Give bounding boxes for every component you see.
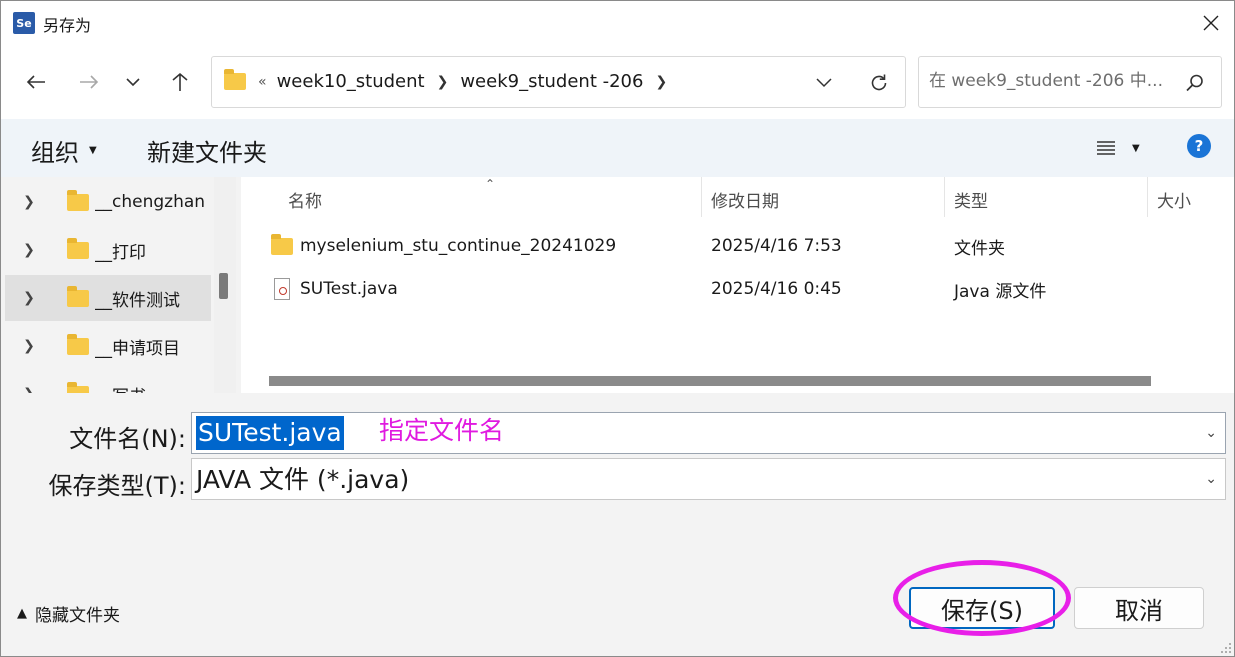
organize-label: 组织 [31,139,79,167]
forward-button[interactable] [71,67,107,97]
arrow-right-icon [80,75,99,89]
filename-input-value[interactable]: SUTest.java [196,416,344,450]
selenium-app-icon: Se [13,12,35,34]
sort-ascending-icon: ⌃ [485,177,496,191]
tree-item-writing[interactable]: ❯ __写书 [5,371,211,393]
chevron-down-icon [816,78,832,88]
arrow-up-icon [172,72,188,91]
save-button[interactable]: 保存(S) [909,587,1055,629]
title-bar: Se 另存为 [1,1,1234,45]
recent-locations-button[interactable] [115,67,151,97]
view-options-button[interactable]: ▼ [1096,135,1152,161]
navigation-pane-scrollbar[interactable] [214,177,236,393]
folder-icon [224,69,246,90]
chevron-down-icon [126,78,140,87]
hide-folders-label: 隐藏文件夹 [35,606,120,626]
folder-icon [67,237,89,259]
filename-field[interactable]: SUTest.java ⌄ [191,412,1226,454]
new-folder-button[interactable]: 新建文件夹 [147,133,267,168]
search-box[interactable] [918,56,1222,108]
column-divider[interactable] [944,177,945,217]
file-modified: 2025/4/16 7:53 [711,236,842,256]
list-view-icon [1097,141,1115,155]
folder-icon [67,189,89,211]
caret-down-icon: ▼ [89,145,97,156]
chevron-right-icon[interactable]: ❯ [655,74,667,90]
file-name: SUTest.java [300,279,398,299]
file-list: ⌃ 名称 修改日期 类型 大小 myselenium_stu_continue_… [241,177,1234,393]
organize-menu-button[interactable]: 组织 ▼ [31,133,97,168]
folder-icon [67,381,89,393]
scrollbar-thumb[interactable] [219,273,228,299]
column-header-size[interactable]: 大小 [1157,187,1191,212]
file-name: myselenium_stu_continue_20241029 [300,236,617,256]
address-dropdown-button[interactable] [812,71,836,95]
folder-icon [271,234,293,255]
refresh-button[interactable] [864,69,894,97]
filename-label: 文件名(N): [69,425,186,453]
column-header-type[interactable]: 类型 [954,187,988,212]
filetype-value: JAVA 文件 (*.java) [196,465,410,494]
tree-item-label: __软件测试 [95,290,180,311]
caret-up-icon: ▲ [17,606,27,621]
chevron-down-icon[interactable]: ⌄ [1205,471,1217,487]
column-header-name[interactable]: 名称 [288,187,322,212]
chevron-right-icon[interactable]: ❯ [11,290,47,306]
column-divider[interactable] [701,177,702,217]
chevron-right-icon[interactable]: ❯ [11,338,47,354]
save-as-dialog: Se 另存为 « week10_student ❯ week9_student … [0,0,1235,657]
chevron-right-icon[interactable]: ❯ [11,194,47,210]
up-button[interactable] [162,67,198,97]
save-options-pane: 文件名(N): SUTest.java ⌄ 指定文件名 保存类型(T): JAV… [1,393,1234,656]
chevron-down-icon[interactable]: ⌄ [1205,425,1217,441]
column-header-modified[interactable]: 修改日期 [711,187,779,212]
tree-item-label: __申请项目 [95,338,180,359]
address-bar[interactable]: « week10_student ❯ week9_student -206 ❯ [211,56,906,108]
hide-folders-toggle[interactable]: ▲ 隐藏文件夹 [17,601,120,626]
refresh-icon [871,74,887,91]
tree-item-software-testing[interactable]: ❯ __软件测试 [5,275,211,321]
close-button[interactable] [1186,1,1234,45]
help-button[interactable]: ? [1187,134,1211,158]
chevron-right-icon[interactable]: ❯ [11,242,47,258]
tree-item-label: __chengzhan [95,192,206,212]
breadcrumb-item-week9[interactable]: week9_student -206 [460,71,643,92]
tree-item-print[interactable]: ❯ __打印 [5,227,211,273]
breadcrumb-overflow[interactable]: « [258,74,267,90]
breadcrumb: « week10_student ❯ week9_student -206 ❯ [224,69,679,92]
dialog-title: 另存为 [43,16,92,35]
column-divider[interactable] [1147,177,1148,217]
folder-icon [67,285,89,307]
file-row[interactable]: myselenium_stu_continue_20241029 2025/4/… [271,225,1231,267]
close-icon [1203,15,1219,31]
file-row[interactable]: SUTest.java 2025/4/16 0:45 Java 源文件 [271,268,1231,310]
tree-item-projects[interactable]: ❯ __申请项目 [5,323,211,369]
navigation-pane: ❯ __chengzhan ❯ __打印 ❯ __软件测试 ❯ __申请项目 ❯… [1,177,239,393]
caret-down-icon: ▼ [1132,142,1140,154]
filetype-select[interactable]: JAVA 文件 (*.java) ⌄ [191,458,1226,500]
arrow-left-icon [26,75,45,89]
navigation-bar: « week10_student ❯ week9_student -206 ❯ [1,45,1234,119]
file-modified: 2025/4/16 0:45 [711,279,842,299]
breadcrumb-item-week10[interactable]: week10_student [277,71,425,92]
back-button[interactable] [18,67,54,97]
java-file-icon [274,278,290,300]
chevron-right-icon[interactable]: ❯ [11,386,47,393]
command-bar: 组织 ▼ 新建文件夹 ▼ ? [1,119,1234,177]
file-type: 文件夹 [954,238,1005,259]
resize-grip-icon[interactable] [1218,640,1232,654]
folder-icon [67,333,89,355]
cancel-button[interactable]: 取消 [1074,587,1204,629]
tree-item-chengzhan[interactable]: ❯ __chengzhan [5,179,211,225]
chevron-right-icon[interactable]: ❯ [437,74,449,90]
annotation-text: 指定文件名 [379,416,505,445]
search-input[interactable] [929,71,1179,91]
tree-item-label: __写书 [95,382,146,394]
file-type: Java 源文件 [954,281,1047,302]
filetype-label: 保存类型(T): [48,472,186,500]
search-icon [1185,73,1205,93]
file-list-horizontal-scrollbar[interactable] [269,376,1151,386]
tree-item-label: __打印 [95,242,146,263]
